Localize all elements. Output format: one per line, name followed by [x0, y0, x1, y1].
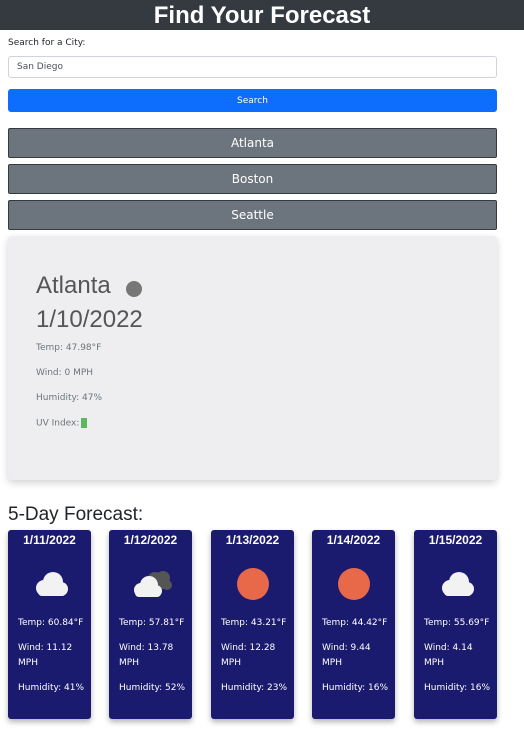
forecast-humidity: Humidity: 41%: [18, 683, 85, 693]
forecast-card: 1/11/2022 Temp: 60.84°F Wind: 11.12 MPH …: [8, 530, 91, 719]
forecast-humidity: Humidity: 16%: [424, 683, 491, 693]
page-header: Find Your Forecast: [0, 0, 524, 30]
forecast-title: 5-Day Forecast:: [8, 504, 144, 525]
current-city: Atlanta: [36, 272, 111, 299]
search-label: Search for a City:: [8, 38, 86, 48]
history-button-atlanta[interactable]: Atlanta: [8, 128, 497, 158]
uv-index-badge: 0: [81, 418, 88, 428]
forecast-temp: Temp: 57.81°F: [119, 618, 185, 628]
forecast-card: 1/15/2022 Temp: 55.69°F Wind: 4.14 MPH H…: [414, 530, 497, 719]
history-button-boston[interactable]: Boston: [8, 164, 497, 194]
cloud-icon: [36, 572, 68, 596]
forecast-temp: Temp: 44.42°F: [322, 618, 388, 628]
page-title: Find Your Forecast: [153, 2, 371, 29]
forecast-wind: Wind: 13.78 MPH: [119, 643, 174, 668]
forecast-wind: Wind: 4.14 MPH: [424, 643, 473, 668]
forecast-card: 1/12/2022 Temp: 57.81°F Wind: 13.78 MPH …: [109, 530, 192, 719]
current-uv: UV Index: 0: [36, 418, 88, 429]
forecast-card: 1/13/2022 Temp: 43.21°F Wind: 12.28 MPH …: [211, 530, 294, 719]
current-humidity: Humidity: 47%: [36, 393, 103, 403]
uv-label: UV Index:: [36, 418, 80, 429]
forecast-humidity: Humidity: 16%: [322, 683, 389, 693]
history-button-seattle[interactable]: Seattle: [8, 200, 497, 230]
cloud-icon: [442, 572, 474, 596]
forecast-date: 1/14/2022: [326, 533, 381, 547]
current-temp: Temp: 47.98°F: [36, 343, 102, 353]
forecast-date: 1/13/2022: [225, 533, 280, 547]
forecast-temp: Temp: 60.84°F: [18, 618, 84, 628]
forecast-wind: Wind: 12.28 MPH: [221, 643, 276, 668]
sun-icon: [237, 568, 269, 600]
forecast-date: 1/11/2022: [23, 533, 76, 547]
forecast-card: 1/14/2022 Temp: 44.42°F Wind: 9.44 MPH H…: [312, 530, 395, 719]
forecast-wind: Wind: 11.12 MPH: [18, 643, 73, 668]
current-weather-card: Atlanta 1/10/2022 Temp: 47.98°F Wind: 0 …: [8, 236, 497, 480]
weather-icon: [126, 281, 142, 297]
forecast-temp: Temp: 43.21°F: [221, 618, 287, 628]
search-button[interactable]: Search: [8, 89, 497, 112]
forecast-humidity: Humidity: 52%: [119, 683, 186, 693]
current-date: 1/10/2022: [36, 306, 143, 333]
forecast-humidity: Humidity: 23%: [221, 683, 288, 693]
search-input[interactable]: [8, 56, 497, 78]
current-wind: Wind: 0 MPH: [36, 368, 94, 378]
forecast-date: 1/12/2022: [123, 533, 178, 547]
forecast-wind: Wind: 9.44 MPH: [322, 643, 371, 668]
uv-value: 0: [81, 419, 86, 427]
forecast-date: 1/15/2022: [428, 533, 483, 547]
sun-icon: [338, 568, 370, 600]
forecast-temp: Temp: 55.69°F: [424, 618, 490, 628]
broken-clouds-icon: [134, 571, 172, 597]
